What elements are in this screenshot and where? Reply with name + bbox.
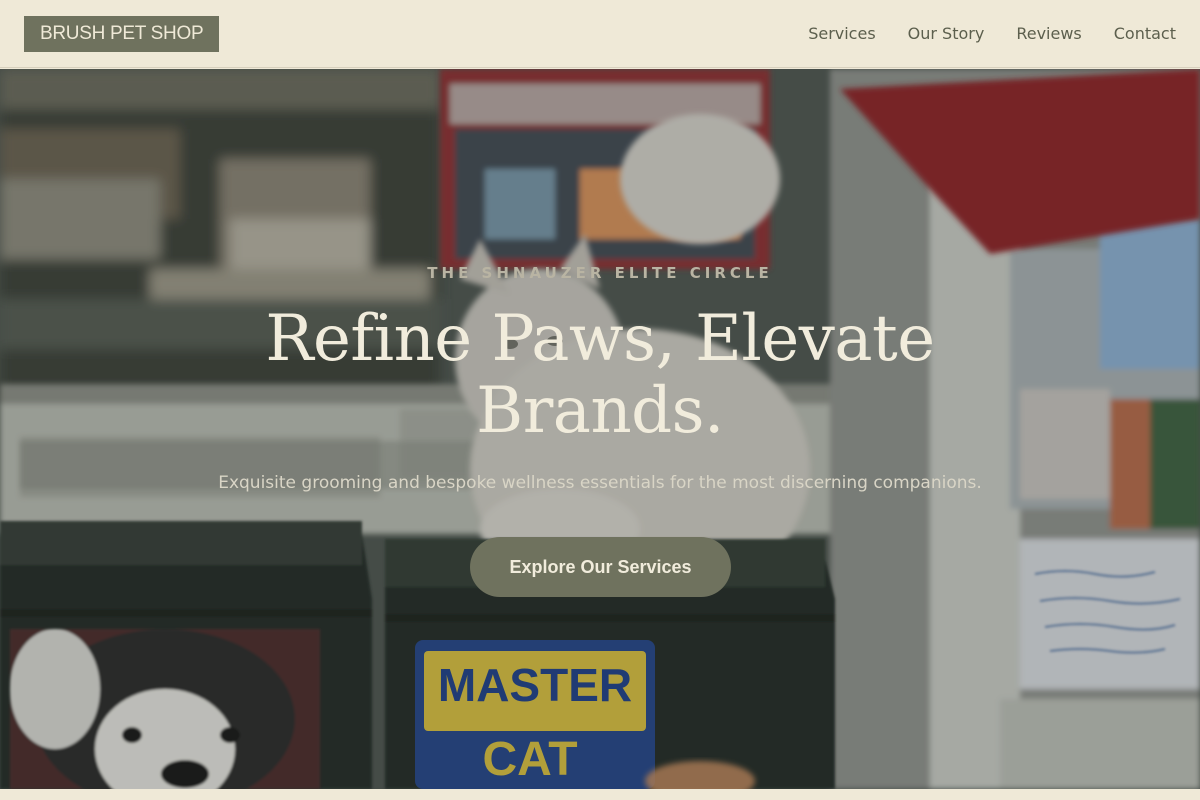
- nav-item-contact[interactable]: Contact: [1114, 22, 1176, 46]
- nav-item-our-story[interactable]: Our Story: [908, 22, 985, 46]
- explore-services-button[interactable]: Explore Our Services: [470, 537, 731, 597]
- bottom-strip: [0, 789, 1200, 800]
- nav-item-reviews[interactable]: Reviews: [1016, 22, 1081, 46]
- main-nav: Services Our Story Reviews Contact: [808, 22, 1176, 46]
- hero-eyebrow: THE SHNAUZER ELITE CIRCLE: [427, 264, 773, 282]
- hero-section: MASTER CAT THE SHNAUZER ELITE CIRCLE Ref…: [0, 69, 1200, 789]
- top-bar: BRUSH PET SHOP Services Our Story Review…: [0, 0, 1200, 68]
- brand-logo[interactable]: BRUSH PET SHOP: [24, 16, 220, 52]
- hero-title: Refine Paws, Elevate Brands.: [265, 302, 935, 448]
- nav-item-services[interactable]: Services: [808, 22, 875, 46]
- hero-subtitle: Exquisite grooming and bespoke wellness …: [218, 473, 982, 493]
